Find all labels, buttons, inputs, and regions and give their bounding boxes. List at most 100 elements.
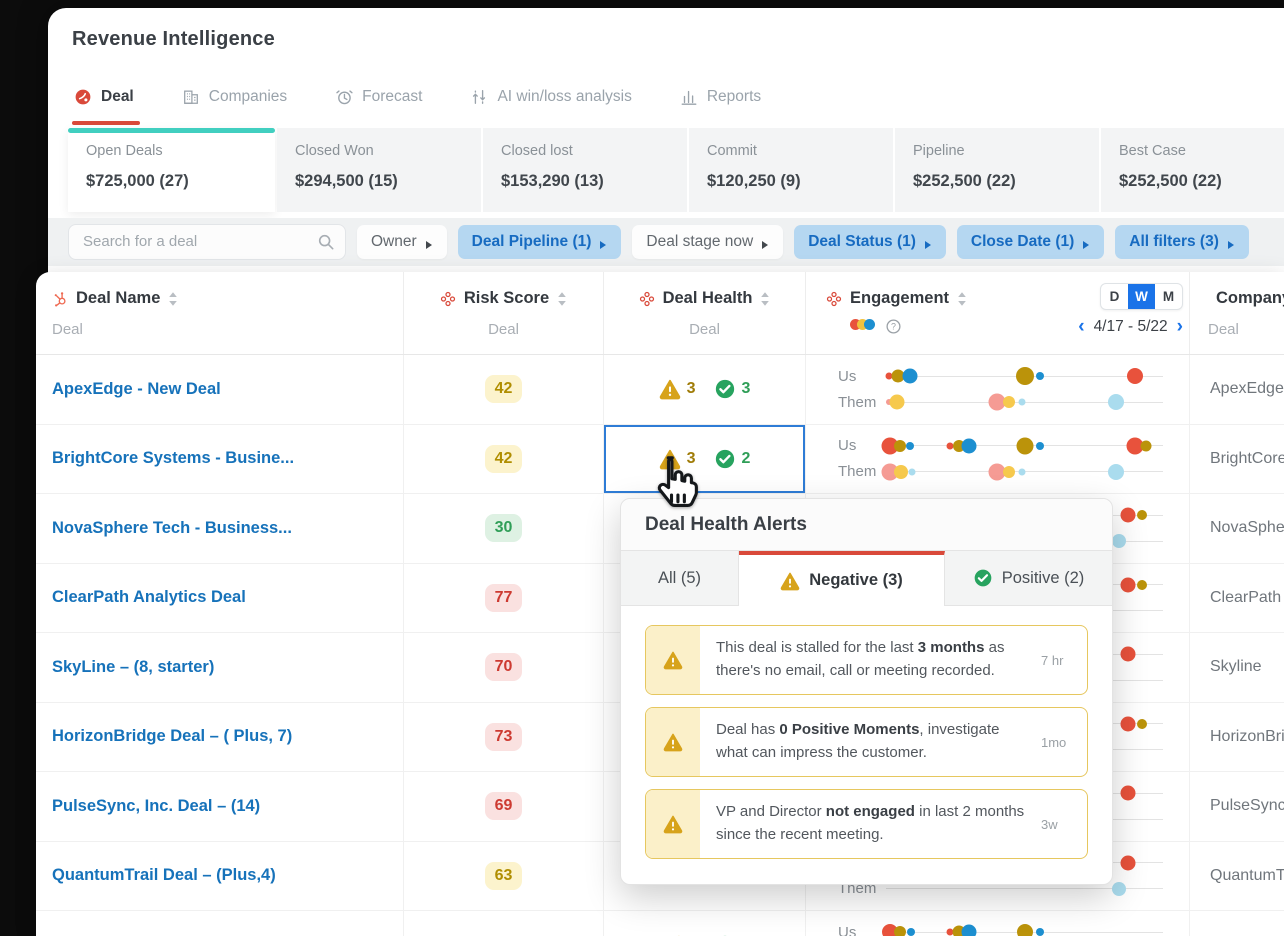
caret-right-icon [1227,237,1235,249]
engagement-dot [1140,440,1152,452]
filter-pill-deal-stage-now[interactable]: Deal stage now [632,225,784,259]
card-value: $294,500 (15) [295,172,398,190]
caret-right-icon [924,237,932,249]
engagement-us-track [885,367,1163,386]
deal-health-cell[interactable] [604,911,806,936]
table-header: Deal Name Deal Risk Score Deal Deal Heal… [36,272,1284,355]
popup-tab-negative-3-[interactable]: Negative (3) [739,551,945,606]
date-range-label: 4/17 - 5/22 [1093,317,1168,335]
card-label: Open Deals [86,143,163,159]
engagement-dot [1120,507,1136,523]
deal-name-link[interactable]: ClearPath Analytics Deal [52,588,246,607]
granularity-m-button[interactable]: M [1155,284,1182,309]
engagement-dot [1107,394,1124,411]
deal-name-link[interactable]: QuantumTrail Deal – (Plus,4) [52,866,276,885]
warning-icon [663,732,683,752]
engagement-dot [961,924,977,936]
companies-icon [182,88,200,106]
filter-pill-deal-status-1-[interactable]: Deal Status (1) [794,225,946,259]
summary-card-closed-lost[interactable]: Closed lost $153,290 (13) [483,128,687,212]
engagement-dot [1107,463,1124,480]
granularity-w-button[interactable]: W [1128,284,1155,309]
filter-label: Deal Status (1) [808,233,916,250]
column-header-deal-health: Deal Health Deal [604,272,806,354]
risk-score-badge: 73 [484,722,523,751]
help-icon[interactable]: ? [885,318,902,335]
caret-right-icon [761,237,769,249]
svg-text:?: ? [891,321,896,331]
filter-pill-close-date-1-[interactable]: Close Date (1) [956,225,1105,259]
deal-health-cell[interactable]: 3 3 [604,355,806,424]
summary-card-open-deals[interactable]: Open Deals $725,000 (27) [68,128,275,212]
engagement-dot [1127,368,1144,385]
column-subtitle: Deal [1208,321,1239,338]
risk-score-cell [404,911,604,936]
engagement-them-track [881,463,1163,481]
column-subtitle: Deal [488,321,519,338]
filter-label: Close Date (1) [970,233,1075,250]
caret-right-icon [425,237,433,249]
granularity-d-button[interactable]: D [1101,284,1128,309]
negative-count: 3 [686,380,696,398]
engagement-dot [893,439,906,452]
risk-score-cell: 42 [404,355,604,424]
reports-icon [680,88,698,106]
engagement-cell: Us Them [806,355,1190,424]
deal-name-link[interactable]: HorizonBridge Deal – ( Plus, 7) [52,727,292,746]
risk-score-cell: 69 [404,772,604,841]
popup-tab-positive-2-[interactable]: Positive (2) [945,551,1112,606]
nav-tab-reports[interactable]: Reports [680,88,761,106]
engagement-us-label: Us [838,923,857,936]
summary-card-pipeline[interactable]: Pipeline $252,500 (22) [895,128,1099,212]
gong-icon [639,291,655,307]
warning-icon [659,378,681,400]
company-cell: QuantumTrail [1210,866,1284,884]
granularity-toggle: DWM [1100,283,1183,310]
engagement-dot [1120,577,1136,593]
summary-card-closed-won[interactable]: Closed Won $294,500 (15) [277,128,481,212]
deal-name-link[interactable]: NovaSphere Tech - Business... [52,519,292,538]
summary-card-best-case[interactable]: Best Case $252,500 (22) [1101,128,1284,212]
alert-card: Deal has 0 Positive Moments, investigate… [645,707,1088,777]
sort-icon[interactable] [557,291,567,307]
search-input[interactable] [69,225,301,257]
engagement-dot [1137,718,1148,729]
chevron-right-icon[interactable]: › [1177,317,1183,336]
ai-winloss-icon [470,88,488,106]
column-subtitle: Deal [52,321,83,338]
filter-pill-deal-pipeline-1-[interactable]: Deal Pipeline (1) [457,225,622,259]
filter-label: Deal Pipeline (1) [471,233,592,250]
alert-text: This deal is stalled for the last 3 mont… [716,639,1005,679]
nav-tab-deal[interactable]: Deal [72,88,140,125]
deal-name-cell: QuantumTrail Deal – (Plus,4) [36,841,404,910]
sort-icon[interactable] [168,291,178,307]
warning-icon [663,650,683,670]
summary-card-commit[interactable]: Commit $120,250 (9) [689,128,893,212]
alert-text: Deal has 0 Positive Moments, investigate… [716,721,1000,761]
popup-tab-all-5-[interactable]: All (5) [621,551,739,606]
engagement-dot [1120,716,1136,732]
popup-tab-label: All (5) [657,568,702,587]
engagement-us-label: Us [838,437,857,455]
sort-icon[interactable] [957,291,967,307]
nav-tab-forecast[interactable]: Forecast [335,88,422,106]
filter-pill-owner[interactable]: Owner [357,225,447,259]
deal-name-link[interactable]: BrightCore Systems - Busine... [52,449,294,468]
alert-text: VP and Director not engaged in last 2 mo… [716,803,1025,843]
deal-name-link[interactable]: ApexEdge - New Deal [52,380,221,399]
sort-icon[interactable] [760,291,770,307]
column-header-deal-name: Deal Name Deal [36,272,404,354]
deal-name-link[interactable]: SkyLine – (8, starter) [52,658,214,677]
chevron-left-icon[interactable]: ‹ [1078,317,1084,336]
alert-timestamp: 3w [1041,816,1058,832]
alert-card: This deal is stalled for the last 3 mont… [645,625,1088,695]
engagement-dot [902,368,918,384]
deal-name-link[interactable]: PulseSync, Inc. Deal – (14) [52,797,260,816]
nav-tab-companies[interactable]: Companies [182,88,287,106]
filter-pill-all-filters-3-[interactable]: All filters (3) [1115,225,1249,259]
card-value: $153,290 (13) [501,172,604,190]
engagement-dot [1016,924,1033,936]
page-title: Revenue Intelligence [72,28,275,50]
deal-health-cell[interactable]: 3 2 [604,424,806,493]
nav-tab-ai-win-loss-analysis[interactable]: AI win/loss analysis [470,88,632,106]
